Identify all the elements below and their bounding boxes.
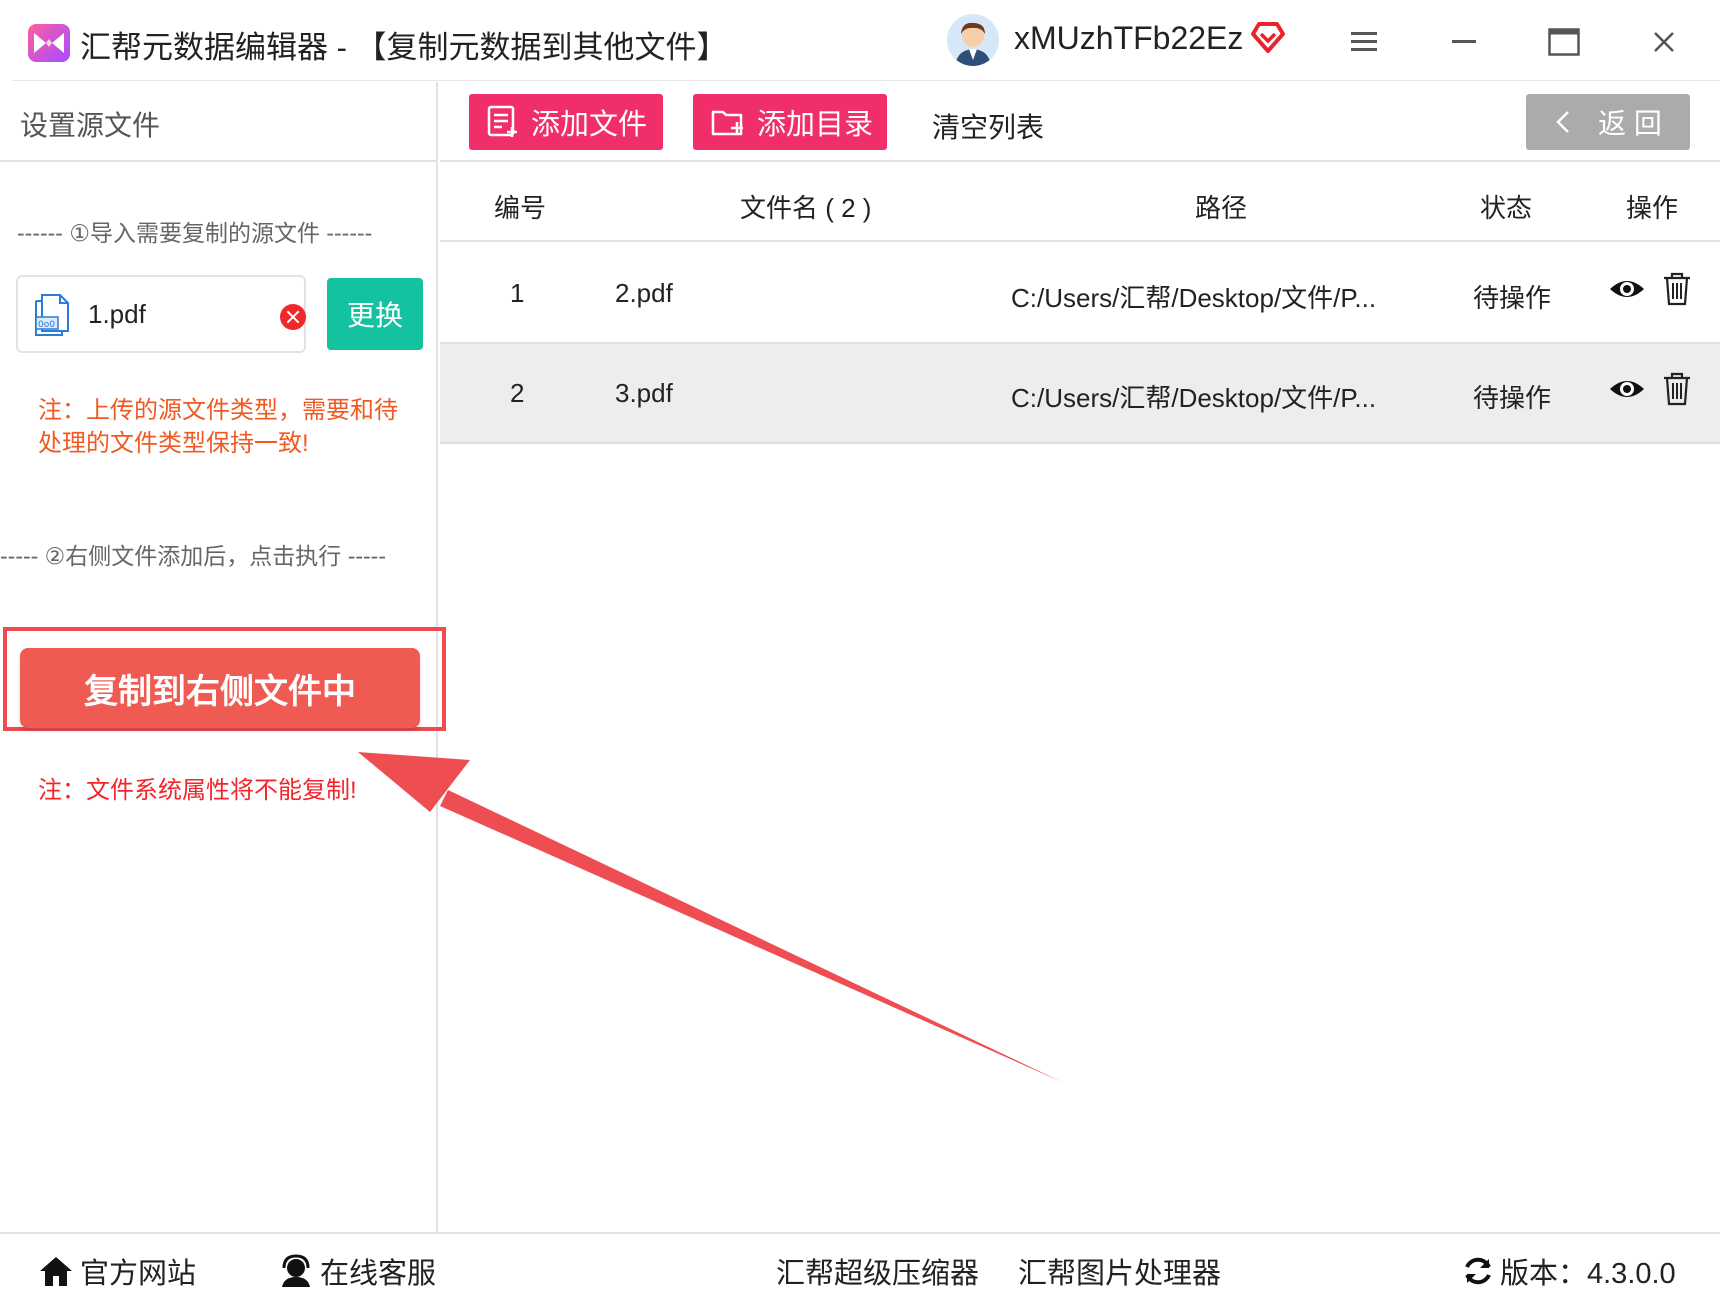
vip-diamond-icon[interactable] (1250, 20, 1286, 54)
file-type-note: 注：上传的源文件类型，需要和待处理的文件类型保持一致! (38, 397, 398, 457)
version-info[interactable]: 版本：4.3.0.0 (1462, 1250, 1676, 1292)
menu-icon[interactable] (1342, 20, 1386, 64)
system-attr-note: 注：文件系统属性将不能复制! (38, 777, 357, 804)
refresh-icon (1465, 1257, 1491, 1285)
chevron-left-icon (1556, 111, 1569, 133)
official-website-link[interactable]: 官方网站 (38, 1250, 196, 1292)
support-headset-icon (282, 1254, 310, 1287)
add-folder-icon (711, 106, 745, 138)
replace-button[interactable]: 更换 (327, 278, 423, 350)
add-file-button[interactable]: 添加文件 (469, 94, 663, 150)
delete-trash-icon[interactable] (1662, 272, 1692, 306)
remove-source-icon[interactable] (280, 304, 306, 330)
source-file-name: 1.pdf (88, 299, 146, 329)
table-header: 编号 文件名 ( 2 ) 路径 状态 操作 (440, 164, 1720, 242)
compressor-link[interactable]: 汇帮超级压缩器 (776, 1250, 979, 1292)
user-avatar-icon[interactable] (947, 14, 999, 66)
svg-text:0o0: 0o0 (38, 320, 55, 330)
col-status: 状态 (1480, 193, 1533, 223)
app-logo-icon (28, 24, 70, 62)
row-filename: 2.pdf (615, 278, 673, 308)
footer-bar: 官方网站 在线客服 汇帮超级压缩器 汇帮图片处理器 版本：4.3.0.0 (0, 1232, 1720, 1300)
source-panel-header: 设置源文件 (0, 82, 436, 162)
online-support-label: 在线客服 (320, 1258, 437, 1290)
row-index: 2 (510, 378, 525, 408)
preview-eye-icon[interactable] (1608, 274, 1646, 304)
title-divider (12, 80, 1720, 81)
back-label: 返 回 (1598, 108, 1662, 139)
document-icon: 0o0 (35, 294, 69, 336)
step2-label: ----- ②右侧文件添加后，点击执行 ----- (0, 543, 386, 569)
app-window: 汇帮元数据编辑器 - 【复制元数据到其他文件】 xMUzhTFb22Ez 设置源… (0, 0, 1720, 1300)
version-label: 版本：4.3.0.0 (1500, 1258, 1676, 1290)
step1-label: ------ ①导入需要复制的源文件 ------ (17, 220, 373, 246)
table-row[interactable]: 2 3.pdf C:/Users/汇帮/Desktop/文件/P... 待操作 (440, 344, 1720, 444)
add-directory-button[interactable]: 添加目录 (693, 94, 887, 150)
image-tool-link[interactable]: 汇帮图片处理器 (1018, 1250, 1221, 1292)
col-path: 路径 (1195, 193, 1248, 223)
online-support-link[interactable]: 在线客服 (278, 1250, 436, 1292)
source-panel-title: 设置源文件 (20, 110, 161, 141)
col-action: 操作 (1626, 193, 1679, 223)
clear-list-button[interactable]: 清空列表 (932, 106, 1044, 146)
add-directory-label: 添加目录 (757, 109, 874, 141)
row-index: 1 (510, 278, 525, 308)
preview-eye-icon[interactable] (1608, 374, 1646, 404)
row-status: 待操作 (1473, 383, 1552, 413)
maximize-icon[interactable] (1542, 20, 1586, 64)
source-panel: 设置源文件 ------ ①导入需要复制的源文件 ------ 0o0 1.pd… (0, 82, 446, 1232)
close-icon[interactable] (1642, 20, 1686, 64)
table-row[interactable]: 1 2.pdf C:/Users/汇帮/Desktop/文件/P... 待操作 (440, 244, 1720, 344)
row-filename: 3.pdf (615, 378, 673, 408)
col-index: 编号 (494, 193, 547, 223)
add-file-label: 添加文件 (531, 109, 648, 141)
row-status: 待操作 (1473, 283, 1552, 313)
username[interactable]: xMUzhTFb22Ez (1014, 20, 1243, 57)
row-path: C:/Users/汇帮/Desktop/文件/P... (1011, 283, 1377, 313)
title-bar: 汇帮元数据编辑器 - 【复制元数据到其他文件】 xMUzhTFb22Ez (0, 0, 1720, 82)
add-file-icon (487, 105, 519, 139)
home-icon (40, 1257, 72, 1286)
row-path: C:/Users/汇帮/Desktop/文件/P... (1011, 383, 1377, 413)
app-title: 汇帮元数据编辑器 - 【复制元数据到其他文件】 (80, 30, 728, 65)
official-website-label: 官方网站 (80, 1258, 197, 1290)
copy-to-right-button[interactable]: 复制到右侧文件中 (20, 648, 420, 728)
minimize-icon[interactable] (1442, 20, 1486, 64)
delete-trash-icon[interactable] (1662, 372, 1692, 406)
col-filename: 文件名 ( 2 ) (740, 193, 872, 223)
toolbar: 添加文件 添加目录 清空列表 返 回 (440, 82, 1720, 162)
back-button[interactable]: 返 回 (1526, 94, 1690, 150)
source-file-card: 0o0 1.pdf (16, 275, 306, 353)
